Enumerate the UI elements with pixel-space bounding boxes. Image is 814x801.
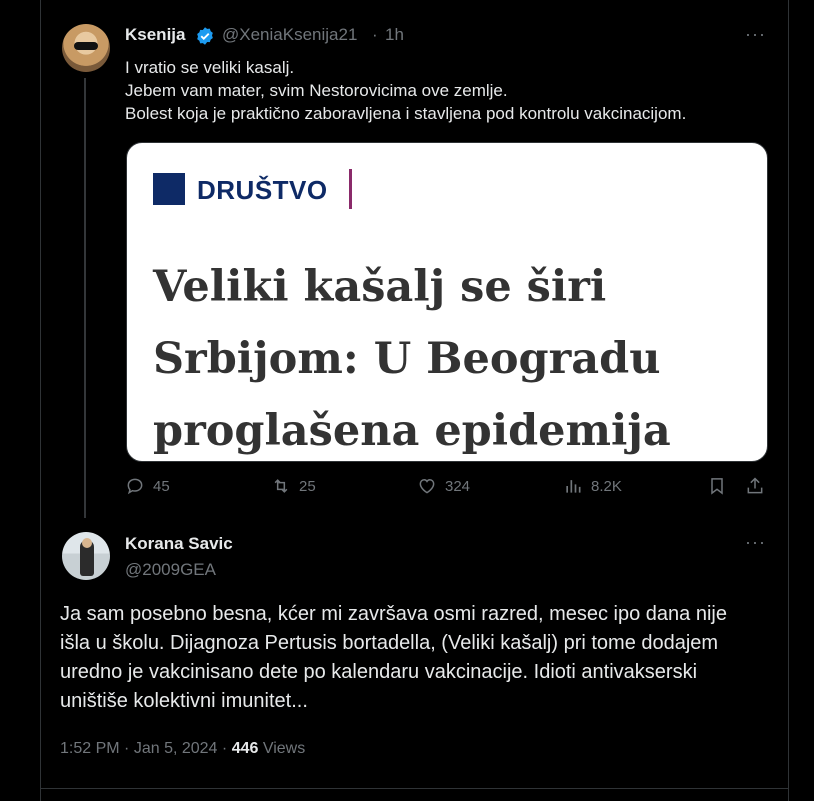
avatar-glasses: [74, 42, 98, 50]
bookmark-icon: [711, 478, 723, 495]
reply-author-name[interactable]: Korana Savic: [125, 534, 233, 554]
like-count: 324: [445, 477, 471, 495]
reply-button[interactable]: 45: [125, 476, 170, 496]
tweet-text-line: Jebem vam mater, svim Nestorovicima ove …: [125, 81, 508, 100]
retweet-icon: [274, 479, 288, 493]
tweet-text-line: Bolest koja je praktično zaboravljena i …: [125, 104, 687, 123]
share-icon: [747, 477, 763, 494]
card-headline: Veliki kašalj se širi Srbijom: U Beograd…: [153, 262, 671, 456]
link-preview-card[interactable]: DRUŠTVO Veliki kašalj se širi Srbijom: U…: [126, 142, 768, 462]
reply-author-handle[interactable]: @2009GEA: [125, 560, 216, 580]
author-handle[interactable]: @XeniaKsenija21: [222, 25, 357, 45]
views-button[interactable]: 8.2K: [563, 476, 622, 496]
reply-count: 45: [153, 477, 170, 495]
tweet-date[interactable]: Jan 5, 2024: [134, 740, 218, 757]
more-options-icon[interactable]: ···: [745, 24, 766, 45]
separator-dot: ·: [221, 740, 228, 757]
like-button[interactable]: 324: [417, 476, 470, 496]
tweet-text-line: I vratio se veliki kasalj.: [125, 58, 295, 77]
heart-icon: [419, 478, 435, 494]
views-count: 446: [231, 740, 259, 757]
author-name[interactable]: Ksenija: [125, 25, 185, 45]
column-border-left: [40, 0, 41, 801]
avatar[interactable]: [62, 24, 110, 72]
thread-connector-line: [84, 78, 86, 518]
more-options-icon[interactable]: ···: [745, 532, 766, 553]
reply-icon: [127, 478, 143, 495]
tweet-time[interactable]: 1:52 PM: [60, 740, 120, 757]
divider: [41, 788, 788, 789]
card-section-label: DRUŠTVO: [197, 175, 328, 205]
reply-text: Ja sam posebno besna, kćer mi završava o…: [60, 603, 727, 712]
verified-badge-icon: [197, 27, 213, 45]
separator-dot: ·: [372, 25, 378, 44]
bookmark-button[interactable]: [707, 476, 727, 496]
retweet-button[interactable]: 25: [271, 476, 316, 496]
tweet-text: I vratio se veliki kasalj. Jebem vam mate…: [125, 56, 686, 125]
card-section-divider: [349, 169, 352, 209]
brand-square-icon: [153, 173, 185, 205]
avatar[interactable]: [62, 532, 110, 580]
column-border-right: [788, 0, 789, 801]
separator-dot: ·: [124, 740, 130, 757]
share-button[interactable]: [745, 476, 765, 496]
analytics-icon: [566, 480, 581, 493]
views-label: Views: [262, 740, 306, 757]
tweet-meta: 1:52 PM · Jan 5, 2024 · 446 Views: [60, 740, 305, 758]
retweet-count: 25: [299, 477, 316, 495]
view-count: 8.2K: [591, 477, 622, 495]
tweet-actions: 45 25 324 8.2K: [125, 476, 775, 502]
avatar-head: [82, 538, 92, 548]
tweet-timestamp[interactable]: 1h: [385, 25, 404, 45]
